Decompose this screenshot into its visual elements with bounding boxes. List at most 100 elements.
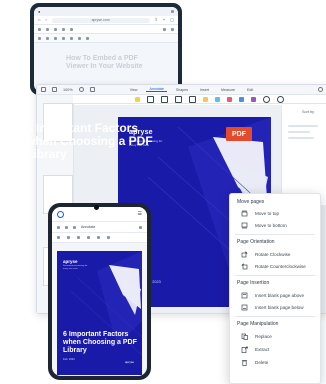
sidebar-toggle-icon[interactable] [52,87,57,92]
tablet-url[interactable]: apryse.com [51,17,150,23]
shape-icon[interactable] [227,96,232,102]
zoom-level[interactable]: 100% [63,88,73,92]
signature-icon[interactable] [251,96,256,102]
hamburger-icon[interactable]: ☰ [138,211,142,217]
search-icon[interactable] [318,87,323,92]
menu-insert-above[interactable]: Insert blank page above [235,290,317,300]
tablet-toolbar [34,25,178,34]
plus-icon[interactable]: + [163,18,165,22]
menu-replace[interactable]: Replace [235,331,317,341]
undo-icon[interactable] [263,95,270,103]
sort-label[interactable]: Sort by [302,110,314,114]
apryse-wordmark: apryse [125,360,135,364]
move-top-icon [239,210,250,217]
viewer-header: 100% View Annotate Shapes Insert Measure… [37,85,326,95]
section-move-pages: Move pages [237,199,265,205]
tablet-annotation-toolbar [34,34,178,43]
redo-icon[interactable] [107,236,110,239]
tablet-page-heading: How To Embed a PDF Viewer In Your Websit… [66,55,143,70]
note-icon[interactable] [62,36,65,40]
menu-delete[interactable]: Delete [235,357,317,367]
phone-header: ☰ [52,207,147,221]
note-icon[interactable] [77,236,80,239]
underline-icon[interactable] [38,36,41,40]
clock-icon: ● [38,8,41,14]
phone-toolbar: Annotate [52,221,147,232]
phone-pdf-subtitle: Document processing for every use case [63,265,88,270]
shape-icon[interactable] [78,36,81,40]
phone-mode-dropdown[interactable]: Annotate [81,225,95,229]
tablet-status-bar: ● [34,7,178,16]
tablet-device: ● ⌂ ‹ apryse.com ⇪ + ▢ How To Embed a PD… [30,3,182,95]
back-icon[interactable]: ‹ [45,18,46,22]
tab-edit[interactable]: Edit [244,88,256,92]
squiggly-icon[interactable] [189,95,196,103]
highlight-icon[interactable] [46,36,49,40]
menu-icon[interactable] [41,87,46,92]
home-icon[interactable]: ⌂ [38,18,40,22]
phone-pdf-title: 6 Important Factors when Choosing a PDF … [63,331,137,354]
notes-panel: Sort by [281,105,326,205]
underline-icon[interactable] [57,236,60,239]
menu-insert-below[interactable]: Insert blank page below [235,302,317,312]
annotation-toolbar [73,95,326,104]
tab-shapes[interactable]: Shapes [173,88,191,92]
move-bottom-icon [239,222,250,229]
menu-rotate-clockwise[interactable]: Rotate Clockwise [235,249,317,259]
tablet-address-bar: ⌂ ‹ apryse.com ⇪ + ▢ [34,16,178,25]
eraser-icon[interactable] [86,36,89,40]
page-context-menu: Move pages Move to top Move to bottom Pa… [229,193,321,384]
share-icon[interactable]: ⇪ [155,18,158,22]
menu-icon[interactable] [38,27,41,31]
section-page-orientation: Page Orientation [237,239,275,245]
pdf-title: 6 Important Factors when Choosing a PDF … [26,121,153,161]
zoom-icon[interactable] [54,27,57,31]
pdf-badge: PDF [226,127,252,141]
settings-icon[interactable] [171,27,174,31]
battery-icon [171,10,174,13]
stamp-icon[interactable] [239,96,244,102]
search-icon[interactable] [163,27,166,31]
text-icon[interactable] [147,95,154,103]
menu-extract[interactable]: Extract [235,344,317,354]
rotate-counterclockwise-icon [239,263,250,270]
pan-icon[interactable] [89,87,95,92]
strikeout-icon[interactable] [54,36,57,40]
menu-rotate-counterclockwise[interactable]: Rotate Counterclockwise [235,261,317,271]
rotate-clockwise-icon [239,251,250,258]
select-icon[interactable] [70,27,73,31]
redo-icon[interactable] [277,95,284,103]
tab-measure[interactable]: Measure [218,88,238,92]
insert-above-icon [239,292,250,299]
hand-icon[interactable] [73,225,76,229]
underline-icon[interactable] [161,95,168,103]
menu-move-to-bottom[interactable]: Move to bottom [235,220,317,230]
apryse-logo: apryse [63,259,78,264]
pen-icon[interactable] [215,96,220,102]
panel-icon[interactable] [57,225,60,229]
tabs-icon[interactable]: ▢ [170,18,174,22]
hand-icon[interactable] [62,27,65,31]
pen-icon[interactable] [70,36,73,40]
phone-annotation-toolbar [52,232,147,243]
highlight-icon[interactable] [67,236,70,239]
insert-below-icon [239,304,250,311]
section-page-manipulation: Page Manipulation [237,321,279,327]
zoom-icon[interactable] [65,225,68,229]
highlight-icon[interactable] [135,96,140,102]
tab-annotate[interactable]: Annotate [146,87,167,92]
tab-insert[interactable]: Insert [197,88,212,92]
menu-move-to-top[interactable]: Move to top [235,208,317,218]
panel-icon[interactable] [46,27,49,31]
tab-view[interactable]: View [127,88,141,92]
phone-pdf-cover: apryse Document processing for every use… [57,251,142,375]
phone-screen: ☰ Annotate apryse Document processing fo… [52,207,147,376]
strikeout-icon[interactable] [175,95,182,103]
apryse-app-icon[interactable] [57,210,64,218]
pen-icon[interactable] [87,236,90,239]
note-icon[interactable] [203,96,208,102]
undo-icon[interactable] [97,236,100,239]
search-icon[interactable] [139,225,142,229]
extract-icon [239,346,250,353]
zoom-in-icon[interactable] [78,87,84,92]
